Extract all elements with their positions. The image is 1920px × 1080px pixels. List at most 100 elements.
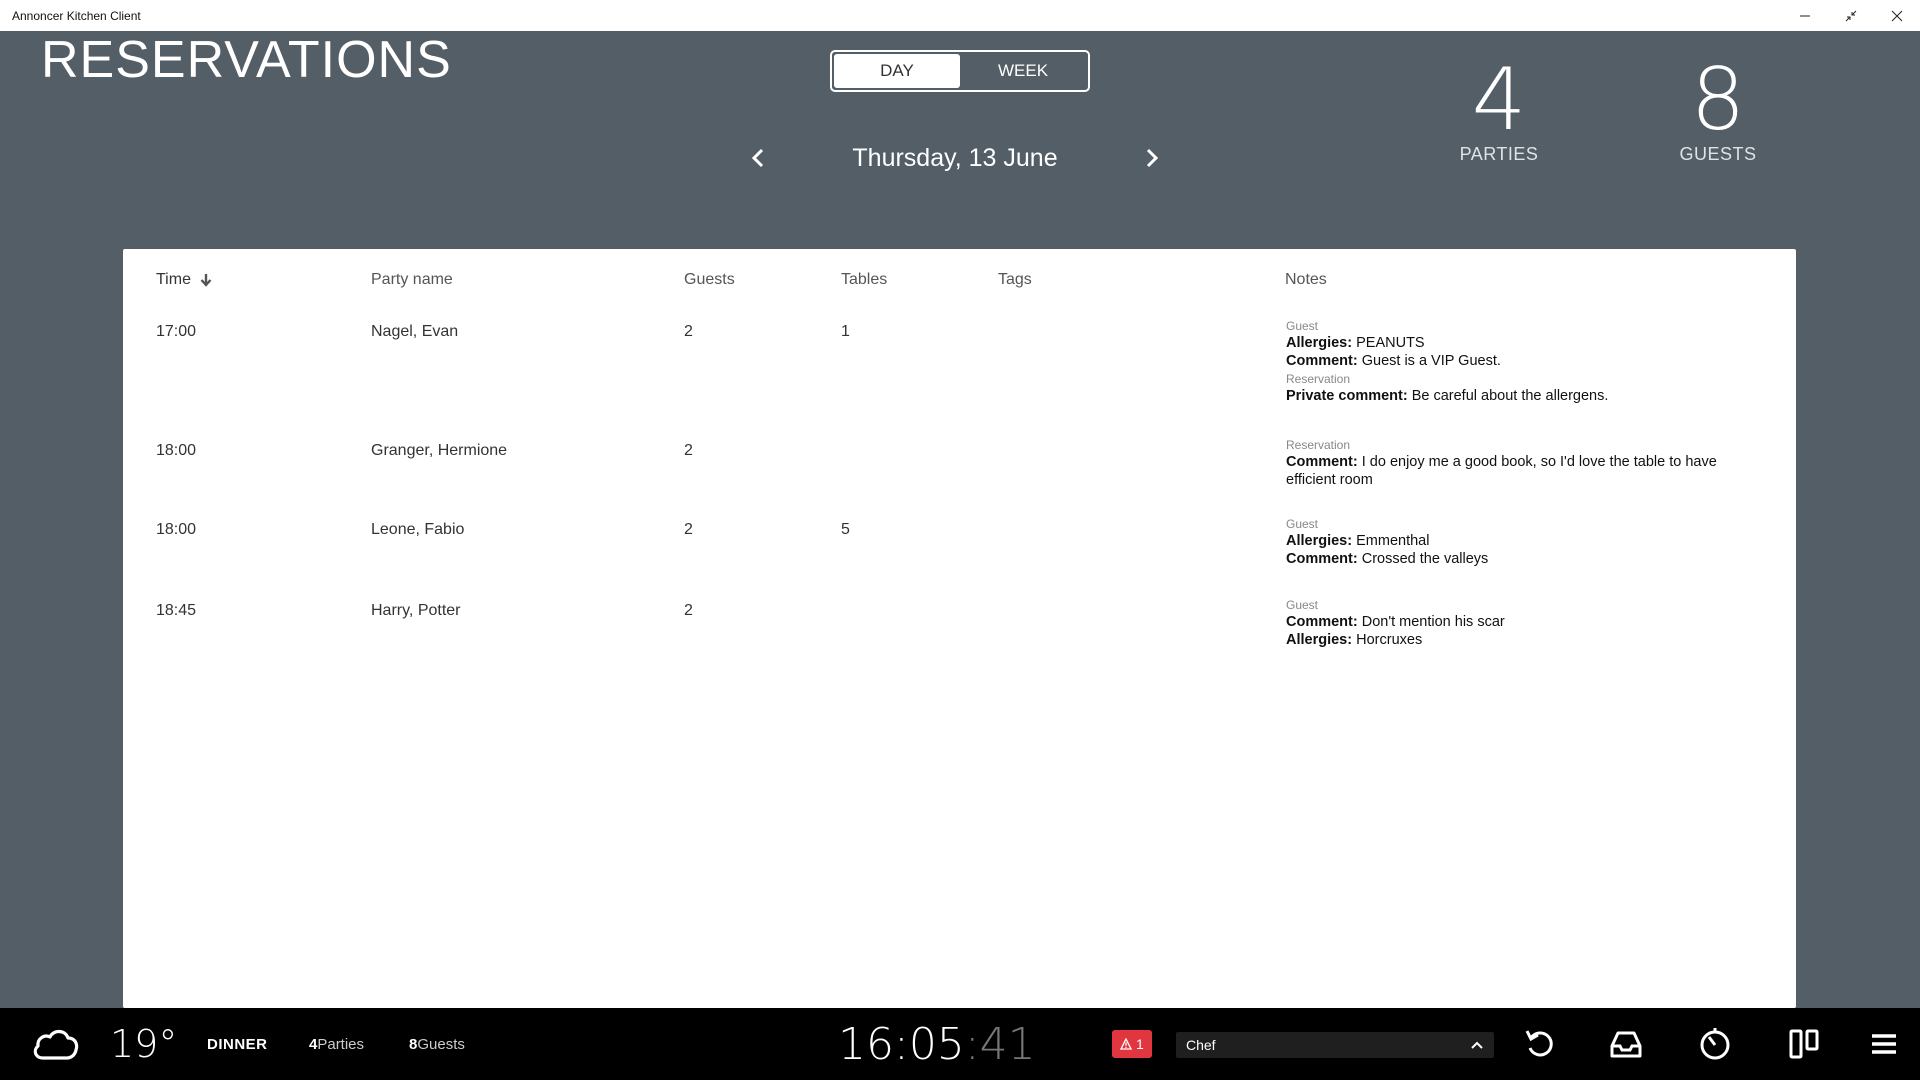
column-header-time-label: Time [156,271,191,288]
column-header-tags[interactable]: Tags [998,271,1032,289]
note-line: Allergies: Horcruxes [1286,631,1766,649]
row-guests: 2 [684,521,693,538]
column-header-time[interactable]: Time [156,271,213,289]
role-select-value: Chef [1186,1037,1216,1053]
row-party-name: Harry, Potter [371,602,461,619]
guests-summary-label: Guests [417,1035,465,1053]
window-title-bar: Annoncer Kitchen Client [0,0,1920,31]
table-header: Time Party name Guests Tables Tags Notes [123,271,1796,291]
row-party-name: Leone, Fabio [371,521,465,538]
guests-summary-count: 8 [409,1035,418,1053]
timer-button[interactable] [1693,1008,1737,1080]
next-day-button[interactable] [1134,140,1170,176]
menu-button[interactable] [1862,1008,1906,1080]
page-title: RESERVATIONS [41,31,452,89]
close-button[interactable] [1874,0,1920,31]
undo-icon [1525,1030,1553,1057]
parties-summary-label: Parties [317,1035,365,1053]
note-key: Allergies: [1286,533,1353,549]
alert-count: 1 [1136,1036,1144,1052]
minimize-button[interactable] [1782,0,1828,31]
column-header-notes[interactable]: Notes [1285,271,1327,289]
minimize-icon [1800,15,1810,16]
notes-section-label: Guest [1286,598,1319,612]
layout-button[interactable] [1782,1008,1826,1080]
reservations-table: Time Party name Guests Tables Tags Notes… [123,249,1796,1008]
row-time: 18:45 [156,602,197,619]
row-guests: 2 [684,442,693,459]
week-view-button[interactable]: WEEK [960,54,1086,88]
row-tables: 1 [841,323,850,340]
refresh-button[interactable] [1518,1008,1562,1080]
note-line: Allergies: Emmenthal [1286,532,1766,550]
guests-stat: 8 GUESTS [1638,52,1798,165]
clock-hours-minutes: 16:05 [838,1018,965,1070]
cloud-icon [33,1029,79,1060]
note-key: Comment: [1286,551,1358,567]
row-time: 17:00 [156,323,197,340]
notes-section-label: Guest [1286,517,1319,531]
parties-count: 4 [1471,50,1527,150]
alert-badge[interactable]: 1 [1112,1030,1152,1058]
note-line: Comment: Guest is a VIP Guest. [1286,352,1766,370]
date-navigator: Thursday, 13 June [740,140,1170,176]
note-line: Comment: Don't mention his scar [1286,613,1766,631]
chevron-right-icon [1146,148,1159,168]
parties-summary: 4 Parties [309,1008,364,1080]
row-notes: Guest Allergies: Emmenthal Comment: Cros… [1286,515,1766,568]
role-select[interactable]: Chef [1176,1032,1494,1058]
note-key: Comment: [1286,454,1358,470]
close-icon [1891,10,1903,21]
note-line: Allergies: PEANUTS [1286,334,1766,352]
note-value: Guest is a VIP Guest. [1357,353,1501,369]
warning-icon [1120,1038,1132,1050]
note-value: Emmenthal [1352,533,1430,549]
note-line: Comment: I do enjoy me a good book, so I… [1286,453,1766,489]
column-header-tables[interactable]: Tables [841,271,887,289]
parties-summary-count: 4 [309,1035,318,1053]
note-value: PEANUTS [1352,335,1425,351]
note-line: Comment: Crossed the valleys [1286,550,1766,568]
row-tables: 5 [841,521,850,538]
clock-seconds: :41 [964,1018,1036,1070]
note-key: Allergies: [1286,335,1353,351]
notes-section-label: Reservation [1286,372,1351,386]
service-period: DINNER [207,1035,268,1053]
note-key: Private comment: [1286,388,1408,404]
row-notes: Guest Allergies: PEANUTS Comment: Guest … [1286,317,1766,405]
status-bar: 19° DINNER 4 Parties 8 Guests 16:05:41 1… [0,1008,1920,1080]
row-party-name: Nagel, Evan [371,323,459,340]
sort-down-icon [200,274,212,287]
timer-icon [1700,1028,1730,1060]
chevron-left-icon [751,148,764,168]
row-party-name: Granger, Hermione [371,442,508,459]
chevron-up-icon [1471,1041,1483,1049]
note-key: Comment: [1286,353,1358,369]
weather-widget [30,1008,80,1080]
note-key: Comment: [1286,614,1358,630]
inbox-icon [1610,1031,1642,1058]
note-value: Crossed the valleys [1357,551,1489,567]
note-key: Allergies: [1286,632,1353,648]
row-notes: Guest Comment: Don't mention his scar Al… [1286,596,1766,649]
previous-day-button[interactable] [740,140,776,176]
row-time: 18:00 [156,442,197,459]
columns-icon [1789,1029,1819,1059]
collapse-icon [1845,10,1857,21]
day-view-button[interactable]: DAY [834,54,960,88]
restore-button[interactable] [1828,0,1874,31]
row-guests: 2 [684,323,693,340]
note-line: Private comment: Be careful about the al… [1286,387,1766,405]
notes-section-label: Guest [1286,319,1319,333]
parties-label: PARTIES [1459,144,1539,164]
window-title: Annoncer Kitchen Client [12,8,141,23]
parties-stat: 4 PARTIES [1419,52,1579,165]
column-header-guests[interactable]: Guests [684,271,735,289]
column-header-party[interactable]: Party name [371,271,453,289]
inbox-button[interactable] [1604,1008,1648,1080]
guests-summary: 8 Guests [409,1008,465,1080]
current-date: Thursday, 13 June [852,143,1058,172]
note-value: Be careful about the allergens. [1407,388,1609,404]
clock: 16:05:41 [838,1008,1036,1080]
view-toggle: DAY WEEK [830,50,1090,92]
